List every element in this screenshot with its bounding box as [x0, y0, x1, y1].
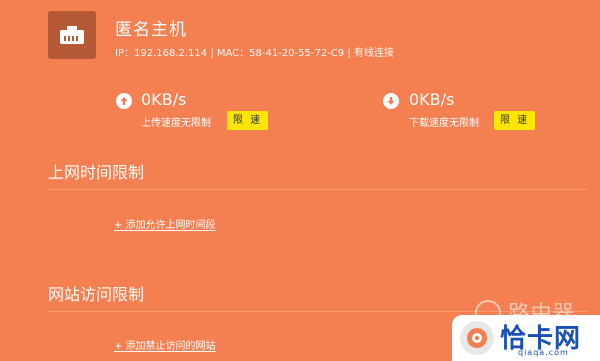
add-allowed-time-link[interactable]: + 添加允许上网时间段: [114, 216, 216, 231]
add-blocked-site-link[interactable]: + 添加禁止访问的网站: [114, 337, 216, 352]
section-divider: [48, 311, 588, 312]
download-limit-button[interactable]: 限 速: [494, 111, 536, 130]
download-speed-value: 0KB/s: [409, 90, 455, 109]
logo-mark-icon: [460, 321, 494, 355]
site-logo-badge: 恰卡网 qiaqa.com: [452, 315, 600, 361]
arrow-up-circle-icon: [116, 93, 132, 109]
device-info: IP：192.168.2.114 | MAC：58-41-20-55-72-C9…: [115, 48, 394, 59]
arrow-down-circle-icon: [383, 93, 399, 109]
logo-url: qiaqa.com: [518, 348, 569, 357]
device-name: 匿名主机: [115, 20, 187, 40]
time-limit-title: 上网时间限制: [48, 163, 145, 182]
ethernet-port-icon: [48, 11, 96, 59]
upload-speed-value: 0KB/s: [141, 90, 187, 109]
download-speed-label: 下载速度无限制: [409, 118, 479, 129]
upload-speed-label: 上传速度无限制: [141, 118, 211, 129]
site-limit-title: 网站访问限制: [48, 285, 145, 304]
upload-limit-button[interactable]: 限 速: [227, 111, 269, 130]
section-divider: [48, 189, 588, 190]
